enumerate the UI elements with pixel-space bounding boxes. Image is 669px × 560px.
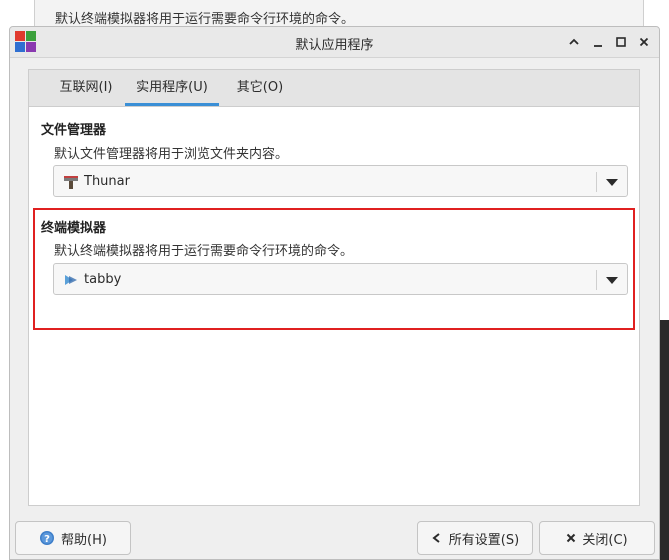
all-settings-button-label: 所有设置(S): [448, 532, 520, 548]
file-manager-title: 文件管理器: [41, 123, 107, 138]
close-button[interactable]: 关闭(C): [539, 521, 655, 555]
chevron-down-icon: [606, 179, 618, 186]
help-button[interactable]: ? 帮助(H): [15, 521, 131, 555]
close-window-button[interactable]: [634, 32, 654, 52]
file-manager-combo[interactable]: Thunar: [53, 165, 628, 197]
svg-text:?: ?: [44, 534, 50, 545]
window-title: 默认应用程序: [295, 38, 374, 53]
background-desktop-edge: [660, 320, 669, 560]
background-window: 默认终端模拟器将用于运行需要命令行环境的命令。: [34, 0, 644, 27]
collapse-icon: [569, 38, 579, 45]
background-window-text: 默认终端模拟器将用于运行需要命令行环境的命令。: [55, 12, 355, 27]
tab-bar: 互联网(I) 实用程序(U) 其它(O): [29, 70, 639, 107]
tab-internet[interactable]: 互联网(I): [41, 70, 131, 106]
close-button-label: 关闭(C): [582, 532, 628, 548]
help-icon: ?: [40, 531, 55, 545]
close-icon: [567, 533, 576, 543]
help-button-label: 帮助(H): [61, 532, 107, 548]
tab-other[interactable]: 其它(O): [227, 70, 293, 106]
close-icon: [639, 37, 649, 47]
collapse-button[interactable]: [564, 32, 584, 52]
highlight-annotation: [33, 208, 635, 330]
chevron-left-icon: [432, 533, 440, 543]
file-manager-selected: Thunar: [84, 174, 130, 189]
minimize-button[interactable]: [588, 32, 608, 52]
all-settings-button[interactable]: 所有设置(S): [417, 521, 533, 555]
tab-utilities[interactable]: 实用程序(U): [125, 70, 219, 106]
file-manager-description: 默认文件管理器将用于浏览文件夹内容。: [54, 147, 289, 162]
titlebar[interactable]: 默认应用程序: [10, 27, 659, 58]
combo-separator: [596, 172, 597, 192]
maximize-icon: [616, 37, 626, 47]
maximize-button[interactable]: [611, 32, 631, 52]
thunar-icon: [64, 176, 78, 189]
minimize-icon: [594, 45, 602, 47]
